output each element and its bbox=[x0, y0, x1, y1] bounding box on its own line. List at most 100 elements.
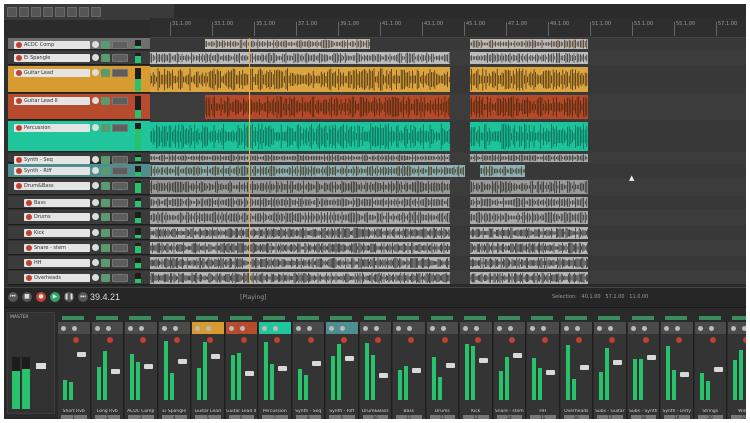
fx-slot[interactable] bbox=[196, 316, 219, 320]
media-item[interactable] bbox=[150, 67, 450, 92]
mixer-strip[interactable]: Wind 21 bbox=[728, 316, 746, 419]
master-fader[interactable] bbox=[36, 363, 46, 369]
stop-button[interactable]: ■ bbox=[22, 292, 32, 302]
media-item[interactable] bbox=[150, 257, 450, 269]
width-knob[interactable] bbox=[608, 326, 613, 331]
record-arm-icon[interactable] bbox=[508, 337, 515, 343]
fx-slot[interactable] bbox=[397, 316, 420, 320]
fx-button[interactable] bbox=[101, 199, 110, 207]
volume-fader[interactable] bbox=[378, 373, 388, 378]
track-name[interactable]: Guitar Lead II bbox=[14, 97, 90, 105]
volume-knob[interactable] bbox=[92, 274, 99, 281]
redo-icon[interactable] bbox=[55, 7, 65, 17]
pan-knob[interactable] bbox=[530, 326, 535, 331]
fx-slot[interactable] bbox=[229, 316, 252, 320]
width-knob[interactable] bbox=[172, 326, 178, 331]
route-button[interactable] bbox=[112, 274, 128, 282]
width-knob[interactable] bbox=[206, 326, 211, 331]
mixer-strip[interactable]: Synth - Seq 8 bbox=[292, 316, 325, 419]
pan-knob[interactable] bbox=[630, 326, 636, 331]
fx-button[interactable] bbox=[101, 213, 110, 221]
track-name[interactable]: Overheads bbox=[24, 274, 90, 282]
track-header[interactable]: Guitar Lead bbox=[8, 66, 150, 93]
pan-knob[interactable] bbox=[61, 326, 66, 331]
fx-slot[interactable] bbox=[330, 316, 353, 320]
width-knob[interactable] bbox=[139, 326, 144, 331]
volume-knob[interactable] bbox=[92, 182, 99, 189]
track-header[interactable]: Guitar Lead II bbox=[8, 94, 150, 120]
record-arm-icon[interactable] bbox=[173, 337, 180, 343]
record-arm-icon[interactable] bbox=[16, 168, 22, 174]
route-button[interactable] bbox=[112, 124, 128, 132]
volume-fader[interactable] bbox=[110, 369, 120, 374]
width-knob[interactable] bbox=[407, 326, 412, 331]
mixer-strip[interactable]: Synth - Riff 9 bbox=[326, 316, 359, 419]
track-header[interactable]: Overheads bbox=[8, 271, 150, 285]
volume-knob[interactable] bbox=[92, 97, 99, 104]
volume-knob[interactable] bbox=[92, 124, 99, 131]
undo-icon[interactable] bbox=[43, 7, 53, 17]
track-lane[interactable] bbox=[150, 210, 746, 225]
mixer-strip[interactable]: Bass 11 bbox=[393, 316, 426, 419]
volume-fader[interactable] bbox=[713, 367, 723, 372]
record-arm-icon[interactable] bbox=[642, 337, 649, 343]
track-name[interactable]: HH bbox=[24, 259, 90, 267]
open-icon[interactable] bbox=[19, 7, 29, 17]
record-arm-icon[interactable] bbox=[609, 337, 615, 343]
track-header[interactable]: Snare - stem bbox=[8, 241, 150, 255]
volume-fader[interactable] bbox=[211, 354, 220, 359]
record-arm-icon[interactable] bbox=[676, 337, 682, 343]
volume-knob[interactable] bbox=[92, 259, 99, 266]
record-arm-icon[interactable] bbox=[73, 337, 79, 343]
pan-knob[interactable] bbox=[396, 326, 401, 331]
mixer-strip[interactable]: Synth - Dirty 19 bbox=[661, 316, 694, 419]
fx-slot[interactable] bbox=[162, 316, 185, 320]
track-name[interactable]: Drums bbox=[24, 213, 90, 221]
mixer-strip[interactable]: HH 15 bbox=[527, 316, 560, 419]
media-item[interactable] bbox=[470, 180, 588, 194]
track-lane[interactable] bbox=[150, 164, 746, 178]
volume-fader[interactable] bbox=[680, 372, 689, 377]
track-lane[interactable] bbox=[150, 196, 746, 209]
track-header[interactable]: HH bbox=[8, 256, 150, 270]
record-arm-icon[interactable] bbox=[26, 230, 32, 236]
pan-knob[interactable] bbox=[128, 326, 133, 331]
route-button[interactable] bbox=[112, 213, 128, 221]
route-button[interactable] bbox=[112, 229, 128, 237]
width-knob[interactable] bbox=[474, 326, 479, 331]
media-item[interactable] bbox=[150, 154, 450, 162]
media-item[interactable] bbox=[150, 52, 450, 64]
mixer-strip[interactable]: Subs - Synth 18 bbox=[627, 316, 660, 419]
mixer-strip[interactable]: Ei Spangle 4 bbox=[158, 316, 191, 419]
track-header[interactable]: Kick bbox=[8, 226, 150, 240]
track-name[interactable]: Kick bbox=[24, 229, 90, 237]
mixer-strip[interactable]: ACDC Comp 3 bbox=[125, 316, 158, 419]
route-button[interactable] bbox=[112, 167, 128, 175]
fx-button[interactable] bbox=[101, 182, 110, 190]
media-item[interactable] bbox=[150, 122, 450, 151]
record-arm-icon[interactable] bbox=[16, 125, 22, 131]
record-button[interactable]: ● bbox=[36, 292, 46, 302]
record-arm-icon[interactable] bbox=[408, 337, 414, 343]
fx-button[interactable] bbox=[101, 97, 110, 105]
media-item[interactable] bbox=[480, 165, 525, 177]
width-knob[interactable] bbox=[641, 326, 647, 331]
pan-knob[interactable] bbox=[161, 326, 167, 331]
route-button[interactable] bbox=[112, 259, 128, 267]
width-knob[interactable] bbox=[440, 326, 446, 331]
media-item[interactable] bbox=[150, 165, 465, 177]
record-arm-icon[interactable] bbox=[16, 55, 22, 61]
route-button[interactable] bbox=[112, 244, 128, 252]
volume-fader[interactable] bbox=[546, 370, 555, 375]
volume-knob[interactable] bbox=[92, 69, 99, 76]
track-name[interactable]: Synth - Riff bbox=[14, 167, 90, 175]
route-button[interactable] bbox=[112, 69, 128, 77]
record-arm-icon[interactable] bbox=[441, 337, 448, 343]
media-item[interactable] bbox=[470, 197, 588, 208]
volume-fader[interactable] bbox=[311, 361, 321, 366]
track-lane[interactable] bbox=[150, 66, 746, 93]
width-knob[interactable] bbox=[708, 326, 714, 331]
pan-knob[interactable] bbox=[295, 326, 301, 331]
record-arm-icon[interactable] bbox=[26, 245, 32, 251]
record-arm-icon[interactable] bbox=[140, 337, 146, 343]
